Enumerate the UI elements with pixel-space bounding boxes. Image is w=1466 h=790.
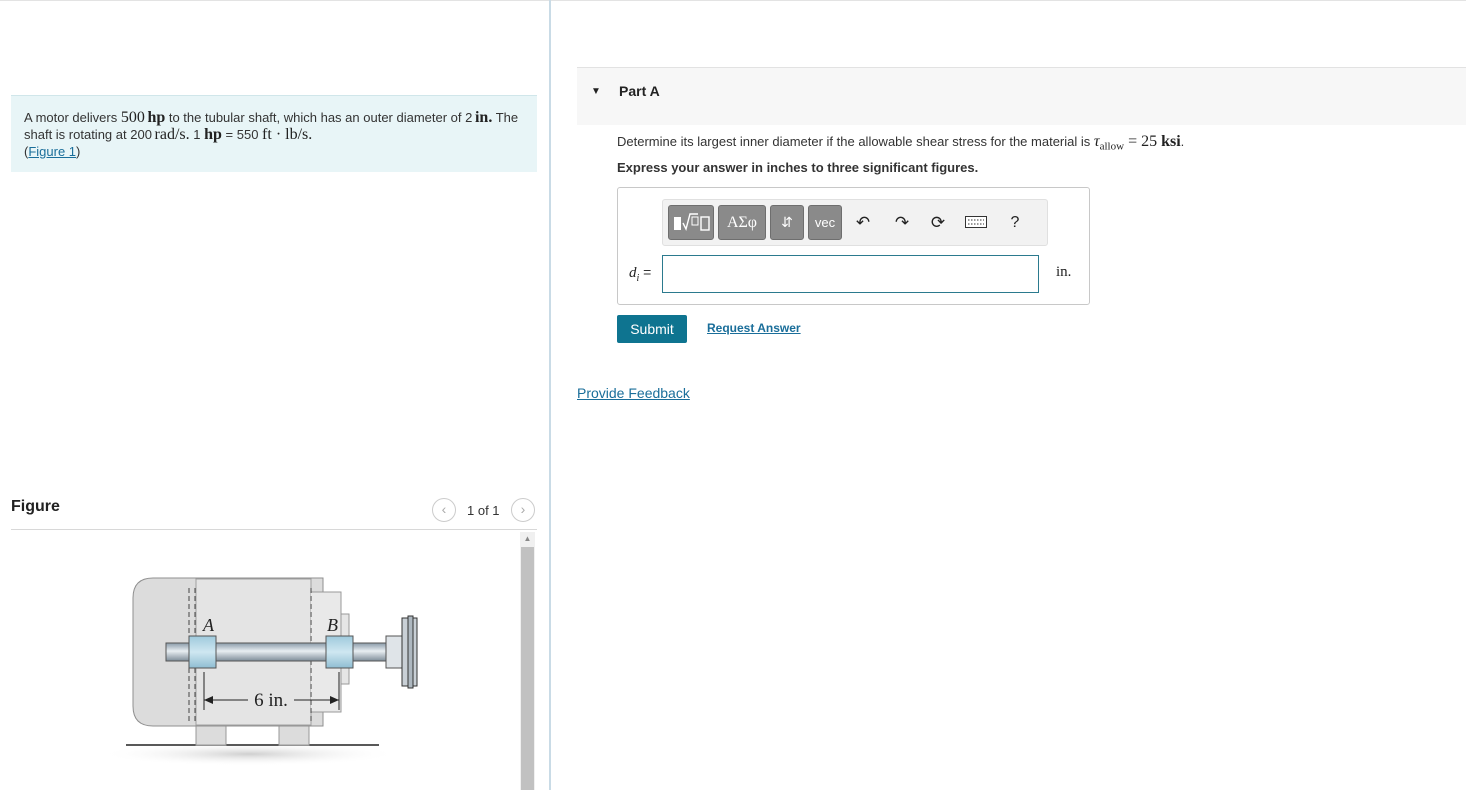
scroll-thumb[interactable]: [521, 547, 534, 790]
undo-icon[interactable]: ↶: [850, 210, 876, 236]
bearing-a: [188, 635, 217, 669]
problem-statement: A motor delivers 500 hp to the tubular s…: [11, 95, 537, 172]
problem-text-2: to the tubular shaft, which has an outer…: [165, 110, 466, 125]
power-unit: hp: [147, 109, 166, 126]
radical-box-icon: [691, 216, 699, 226]
tau-equals: = 25: [1124, 133, 1162, 150]
part-a-question: Determine its largest inner diameter if …: [617, 133, 1184, 156]
figure-1-link[interactable]: Figure 1: [28, 144, 76, 159]
radical-icon: [682, 213, 698, 231]
template-box-icon: [700, 216, 710, 231]
provide-feedback-link[interactable]: Provide Feedback: [577, 385, 690, 401]
vector-button[interactable]: vec: [808, 205, 842, 240]
conversion-2: = 550: [221, 127, 263, 142]
label-b: B: [327, 615, 338, 635]
problem-text-1: A motor delivers: [24, 110, 121, 125]
next-figure-button[interactable]: ›: [511, 498, 535, 522]
answer-panel: ΑΣφ ⇵ vec ↶ ↷ ⟳ ? di = in.: [617, 187, 1090, 305]
figure-area: A B 6 in.: [11, 532, 520, 790]
template-block-icon: [674, 217, 681, 230]
reset-icon[interactable]: ⟳: [925, 210, 951, 236]
submit-button[interactable]: Submit: [617, 315, 687, 343]
help-icon[interactable]: ?: [1002, 210, 1028, 236]
request-answer-link[interactable]: Request Answer: [707, 321, 801, 335]
figure-link-close: ): [76, 144, 81, 159]
previous-figure-button[interactable]: ‹: [432, 498, 456, 522]
arrows-button[interactable]: ⇵: [770, 205, 804, 240]
diameter-value: 2: [465, 110, 473, 125]
chevron-left-icon: ‹: [441, 501, 447, 517]
figure-scrollbar[interactable]: ▲: [520, 532, 535, 790]
templates-icon: [674, 213, 710, 231]
answer-symbol: d: [629, 265, 637, 281]
flange-plate-3: [412, 617, 418, 687]
part-a-title: Part A: [619, 83, 660, 99]
keyboard-glyph-icon: [965, 216, 987, 228]
answer-label: di =: [629, 264, 651, 284]
figure-header: Figure ‹ 1 of 1 ›: [11, 496, 537, 530]
tau-unit: ksi: [1161, 133, 1181, 150]
figure-title: Figure: [11, 498, 60, 515]
figure-counter: 1 of 1: [467, 503, 500, 518]
keyboard-frame-icon: [965, 216, 987, 228]
flange-plate-1: [401, 617, 409, 687]
flange-plate-2: [407, 615, 414, 689]
conversion-1: 1: [189, 127, 205, 142]
diameter-unit: in.: [474, 109, 493, 126]
scroll-up-arrow-icon[interactable]: ▲: [520, 532, 535, 546]
speed-value: 200: [130, 127, 152, 142]
answer-input[interactable]: [662, 255, 1039, 293]
tau-subscript: allow: [1099, 140, 1125, 153]
math-toolbar: ΑΣφ ⇵ vec ↶ ↷ ⟳ ?: [662, 199, 1048, 246]
motor-foot-left: [195, 724, 227, 746]
tau-end: .: [1180, 134, 1185, 149]
speed-unit: rad/s.: [154, 126, 190, 143]
chevron-right-icon: ›: [520, 501, 526, 517]
redo-icon[interactable]: ↷: [889, 210, 915, 236]
motor-shaft-diagram: A B 6 in.: [99, 577, 418, 766]
caret-down-icon[interactable]: ▼: [591, 86, 601, 97]
conversion-hp: hp: [204, 126, 222, 143]
coupling-hub: [385, 635, 403, 669]
templates-button[interactable]: [668, 205, 714, 240]
keyboard-icon[interactable]: [963, 210, 989, 236]
right-pane: ▼ Part A Determine its largest inner dia…: [551, 0, 1466, 790]
power-value: 500: [120, 109, 145, 126]
dimension-label: 6 in.: [254, 690, 288, 711]
greek-symbols-button[interactable]: ΑΣφ: [718, 205, 766, 240]
conversion-units: ft · lb/s.: [262, 126, 313, 143]
label-a: A: [202, 615, 215, 635]
answer-unit: in.: [1056, 264, 1072, 280]
part-a-header[interactable]: ▼ Part A: [577, 67, 1466, 125]
question-text: Determine its largest inner diameter if …: [617, 134, 1094, 149]
left-pane: A motor delivers 500 hp to the tubular s…: [0, 0, 549, 790]
motor-foot-right: [278, 724, 310, 746]
answer-equals: =: [639, 264, 652, 280]
bearing-b: [325, 635, 354, 669]
part-a-instruction: Express your answer in inches to three s…: [617, 160, 979, 175]
